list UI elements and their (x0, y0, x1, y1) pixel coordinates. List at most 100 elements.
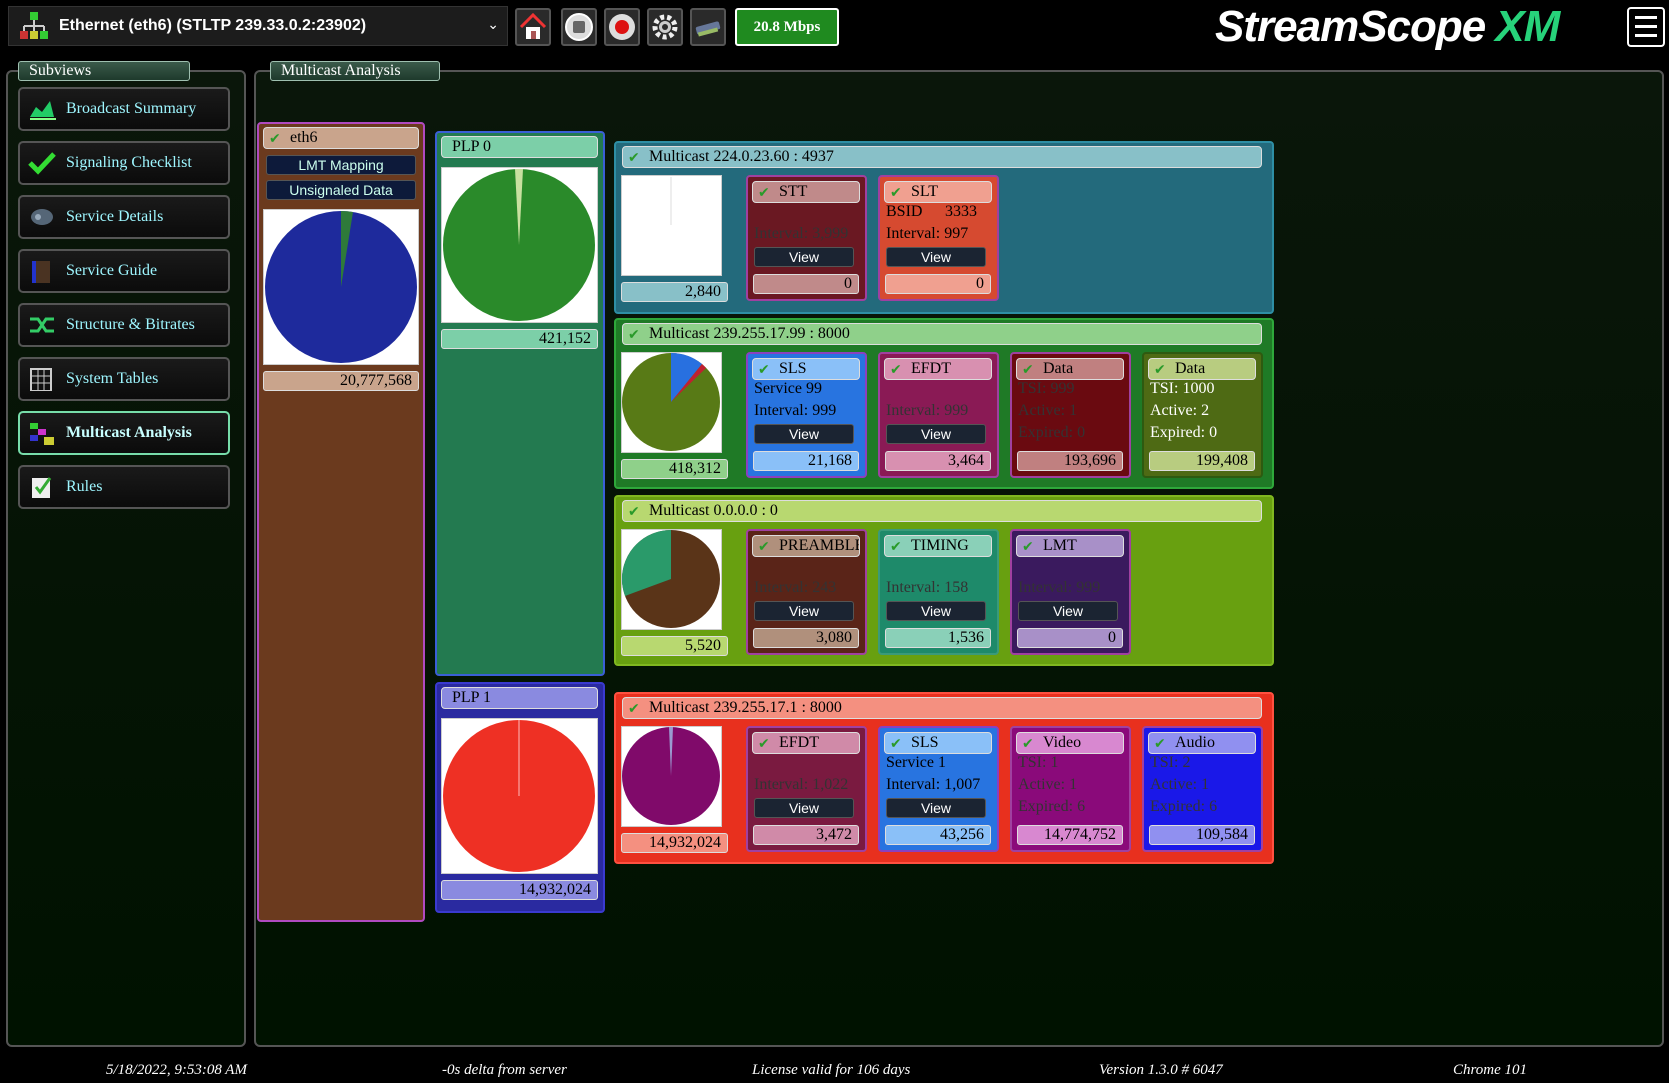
efdt-2-label: EFDT (779, 734, 819, 751)
lmt-mapping-button[interactable]: LMT Mapping (266, 155, 416, 175)
data-2-tsi: TSI: 1000 (1150, 380, 1215, 397)
interface-bytes: 20,777,568 (263, 371, 419, 391)
data-1-bytes: 193,696 (1017, 451, 1123, 471)
data-2-active: Active: 2 (1150, 402, 1210, 419)
preamble-view-button[interactable]: View (754, 601, 854, 621)
check-icon: ✔ (758, 362, 770, 378)
multicast-3-pie (621, 529, 722, 630)
tables-icon (30, 368, 52, 391)
gear-icon (652, 14, 678, 40)
nav-signaling-checklist[interactable]: Signaling Checklist (18, 141, 230, 185)
stt-view-button[interactable]: View (754, 247, 854, 267)
data-1-label: Data (1043, 360, 1074, 377)
nav-rules[interactable]: Rules (18, 465, 230, 509)
multicast-3-header: ✔ Multicast 0.0.0.0 : 0 (622, 500, 1262, 522)
multicast-4-pie (621, 726, 722, 827)
stop-button[interactable] (561, 8, 597, 46)
nav-multicast-analysis[interactable]: Multicast Analysis (18, 411, 230, 455)
interface-label: eth6 (290, 129, 318, 146)
check-icon: ✔ (628, 327, 640, 343)
nav-service-guide[interactable]: Service Guide (18, 249, 230, 293)
pie-chart (265, 211, 417, 363)
slt-view-button[interactable]: View (886, 247, 986, 267)
interface-pie (263, 209, 419, 365)
efdt-bytes: 3,464 (885, 451, 991, 471)
lmt-header: ✔ LMT (1016, 535, 1124, 557)
multicast-1-label: Multicast 224.0.23.60 : 4937 (649, 148, 834, 165)
multicast-2-header: ✔ Multicast 239.255.17.99 : 8000 (622, 323, 1262, 345)
multicast-2-pie (621, 352, 722, 453)
stt-label: STT (779, 183, 808, 200)
sls-2-view-button[interactable]: View (886, 798, 986, 818)
efdt-2-header: ✔ EFDT (752, 732, 860, 754)
audio-expired: Expired: 6 (1150, 798, 1218, 815)
nav-service-details[interactable]: Service Details (18, 195, 230, 239)
video-expired: Expired: 6 (1018, 798, 1086, 815)
tools-button[interactable] (690, 8, 726, 46)
timing-view-button[interactable]: View (886, 601, 986, 621)
video-label: Video (1043, 734, 1082, 751)
check-icon: ✔ (890, 736, 902, 752)
logo-suffix: XM (1495, 2, 1560, 51)
settings-button[interactable] (647, 8, 683, 46)
bitrate-indicator: 20.8 Mbps (735, 8, 839, 46)
data-1-expired: Expired: 0 (1018, 424, 1086, 441)
pie-chart (621, 530, 720, 628)
pie-chart (443, 168, 595, 321)
nav-structure-bitrates[interactable]: Structure & Bitrates (18, 303, 230, 347)
nav-broadcast-summary[interactable]: Broadcast Summary (18, 87, 230, 131)
audio-active: Active: 1 (1150, 776, 1210, 793)
sls-2-bytes: 43,256 (885, 825, 991, 845)
plp0-pie (441, 167, 598, 323)
nav-label: Rules (66, 478, 103, 495)
efdt-view-button[interactable]: View (886, 424, 986, 444)
check-icon: ✔ (1154, 736, 1166, 752)
multicast-icon (30, 423, 54, 445)
data-2-expired: Expired: 0 (1150, 424, 1218, 441)
pie-chart (622, 726, 720, 825)
multicast-1-header: ✔ Multicast 224.0.23.60 : 4937 (622, 146, 1262, 168)
efdt-header: ✔ EFDT (884, 358, 992, 380)
nav-system-tables[interactable]: System Tables (18, 357, 230, 401)
pie-chart (622, 176, 720, 274)
preamble-label: PREAMBLE (779, 537, 860, 554)
record-button[interactable] (604, 8, 640, 46)
check-icon: ✔ (890, 362, 902, 378)
app-logo: StreamScope XM (1215, 2, 1560, 52)
stt-header: ✔ STT (752, 181, 860, 203)
rules-icon (32, 477, 52, 498)
plp1-pie (441, 718, 598, 874)
lmt-bytes: 0 (1017, 628, 1123, 648)
video-tsi: TSI: 1 (1018, 754, 1059, 771)
efdt-2-view-button[interactable]: View (754, 798, 854, 818)
plp0-bytes: 421,152 (441, 329, 598, 349)
structure-icon (30, 317, 54, 333)
data-1-active: Active: 1 (1018, 402, 1078, 419)
slt-bsid-label: BSID (886, 203, 923, 220)
audio-label: Audio (1175, 734, 1215, 751)
check-icon: ✔ (1022, 539, 1034, 555)
source-select[interactable]: Ethernet (eth6) (STLTP 239.33.0.2:23902)… (8, 6, 508, 46)
slt-label: SLT (911, 183, 938, 200)
status-delta: -0s delta from server (442, 1062, 567, 1078)
sls-view-button[interactable]: View (754, 424, 854, 444)
multicast-1-bytes: 2,840 (621, 282, 728, 302)
plp1-bytes: 14,932,024 (441, 880, 598, 900)
home-button[interactable] (515, 8, 551, 46)
menu-button[interactable] (1627, 7, 1665, 47)
sls-2-label: SLS (911, 734, 939, 751)
check-icon: ✔ (628, 150, 640, 166)
stt-interval: Interval: 3,999 (754, 225, 849, 242)
check-icon: ✔ (1154, 362, 1166, 378)
nav-label: Multicast Analysis (66, 424, 192, 441)
sls-header: ✔ SLS (752, 358, 860, 380)
multicast-2-label: Multicast 239.255.17.99 : 8000 (649, 325, 850, 342)
unsignaled-data-button[interactable]: Unsignaled Data (266, 180, 416, 200)
multicast-4-label: Multicast 239.255.17.1 : 8000 (649, 699, 842, 716)
guide-icon (32, 261, 50, 283)
lmt-view-button[interactable]: View (1018, 601, 1118, 621)
plp1-header: PLP 1 (441, 687, 598, 709)
video-bytes: 14,774,752 (1017, 825, 1123, 845)
timing-bytes: 1,536 (885, 628, 991, 648)
sls-2-service: Service 1 (886, 754, 946, 771)
